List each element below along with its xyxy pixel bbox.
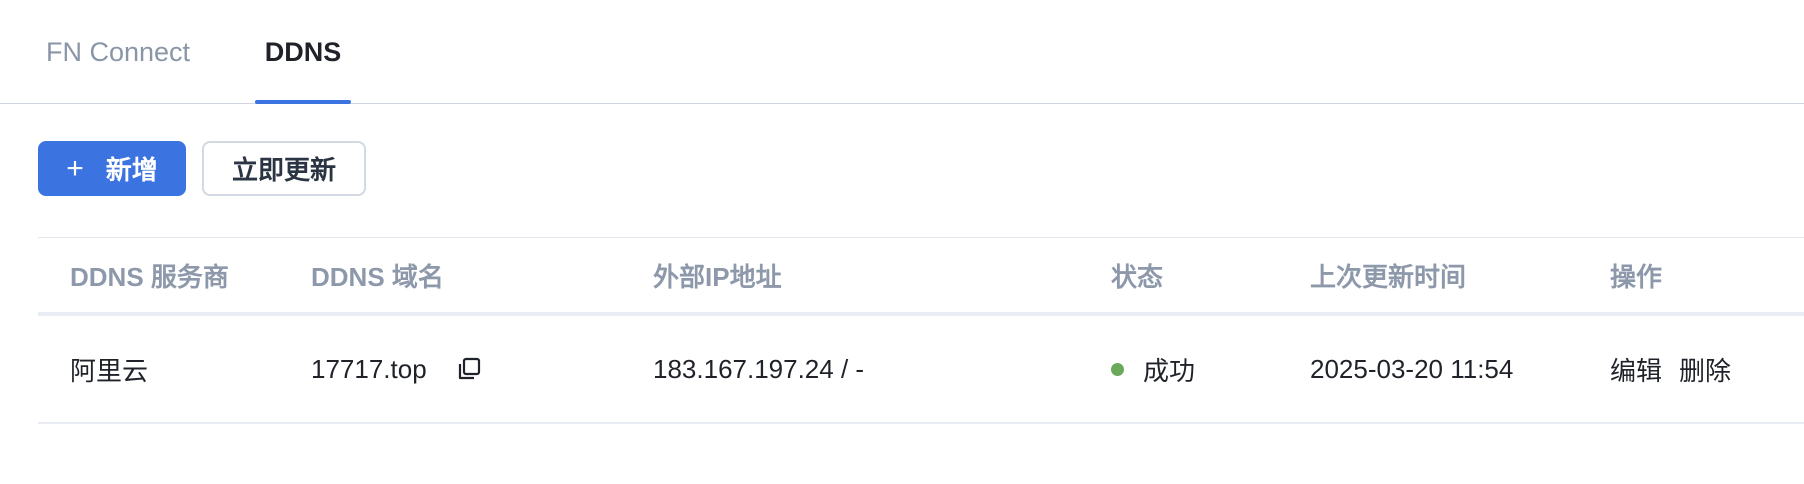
header-last-update: 上次更新时间 — [1310, 261, 1467, 292]
tab-fn-connect[interactable]: FN Connect — [46, 0, 190, 104]
cell-actions: 编辑 删除 — [1610, 316, 1731, 422]
tab-bar: FN Connect DDNS — [0, 0, 1804, 104]
plus-icon: + — [66, 151, 84, 185]
status-dot-icon — [1111, 362, 1124, 376]
domain-text: 17717.top — [311, 353, 427, 384]
header-provider: DDNS 服务商 — [70, 261, 229, 292]
copy-icon[interactable] — [455, 355, 483, 383]
status-text: 成功 — [1143, 355, 1196, 386]
header-external-ip: 外部IP地址 — [653, 261, 782, 292]
header-status: 状态 — [1111, 261, 1164, 292]
add-button-label: 新增 — [105, 155, 158, 185]
ddns-table: DDNS 服务商 DDNS 域名 外部IP地址 状态 上次更新时间 操作 阿里云… — [38, 237, 1804, 424]
ddns-page: FN Connect DDNS + 新增 立即更新 DDNS 服务商 DDNS … — [0, 0, 1804, 484]
add-button[interactable]: + 新增 — [38, 141, 186, 196]
cell-provider: 阿里云 — [70, 355, 149, 386]
table-row: 阿里云 17717.top 183.167.197.24 / - 成功 2025… — [38, 316, 1804, 424]
active-tab-indicator — [255, 100, 351, 104]
cell-status: 成功 — [1111, 316, 1195, 422]
cell-external-ip: 183.167.197.24 / - — [653, 353, 865, 384]
delete-button[interactable]: 删除 — [1679, 351, 1731, 388]
header-actions: 操作 — [1610, 261, 1663, 292]
tab-ddns[interactable]: DDNS — [255, 0, 351, 104]
cell-domain: 17717.top — [311, 316, 483, 422]
table-header: DDNS 服务商 DDNS 域名 外部IP地址 状态 上次更新时间 操作 — [38, 237, 1804, 316]
update-now-button[interactable]: 立即更新 — [202, 141, 366, 196]
cell-last-update: 2025-03-20 11:54 — [1310, 353, 1514, 384]
edit-button[interactable]: 编辑 — [1610, 351, 1662, 388]
header-domain: DDNS 域名 — [311, 261, 444, 292]
